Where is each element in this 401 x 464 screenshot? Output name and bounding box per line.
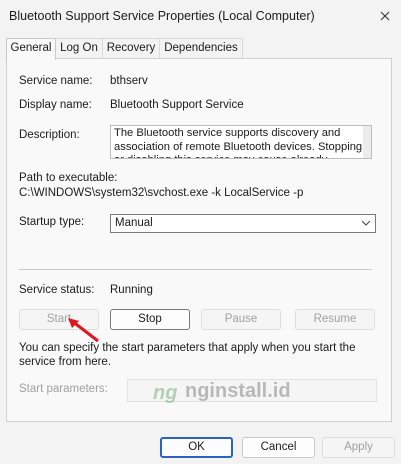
general-tab-panel: Service name: bthserv Display name: Blue…: [6, 58, 392, 422]
annotation-arrow-icon: [68, 318, 99, 343]
service-name-value: bthserv: [110, 75, 148, 87]
description-label: Description:: [19, 129, 80, 141]
resume-button[interactable]: Resume: [295, 309, 375, 330]
display-name-value: Bluetooth Support Service: [110, 99, 244, 111]
cancel-button[interactable]: Cancel: [242, 437, 315, 458]
startup-type-value: Manual: [115, 217, 153, 229]
separator: [19, 269, 372, 270]
svg-text:ng: ng: [153, 382, 177, 403]
tab-general[interactable]: General: [6, 38, 56, 60]
watermark-text: nginstall.id: [185, 380, 291, 402]
window-title: Bluetooth Support Service Properties (Lo…: [9, 9, 315, 23]
tab-dependencies[interactable]: Dependencies: [159, 38, 243, 59]
service-status-value: Running: [110, 284, 153, 296]
display-name-label: Display name:: [19, 99, 92, 111]
start-parameters-label: Start parameters:: [19, 383, 108, 395]
description-text: The Bluetooth service supports discovery…: [114, 127, 363, 158]
watermark: ng nginstall.id: [153, 380, 291, 403]
tab-log-on[interactable]: Log On: [55, 38, 103, 59]
description-box[interactable]: The Bluetooth service supports discovery…: [110, 125, 372, 159]
path-label: Path to executable:: [19, 172, 118, 184]
close-icon: [380, 11, 390, 21]
description-scrollbar[interactable]: [363, 126, 371, 158]
startup-type-label: Startup type:: [19, 216, 85, 228]
watermark-logo: ng: [153, 382, 177, 403]
stop-button[interactable]: Stop: [110, 309, 190, 330]
chevron-down-icon: [361, 220, 371, 226]
service-status-label: Service status:: [19, 284, 95, 296]
pause-button[interactable]: Pause: [201, 309, 281, 330]
close-button[interactable]: [369, 0, 401, 32]
apply-button[interactable]: Apply: [322, 437, 395, 458]
path-value: C:\WINDOWS\system32\svchost.exe -k Local…: [19, 187, 304, 199]
ok-button[interactable]: OK: [160, 437, 233, 458]
tab-recovery[interactable]: Recovery: [102, 38, 160, 59]
title-bar: Bluetooth Support Service Properties (Lo…: [0, 0, 401, 32]
startup-type-select[interactable]: Manual: [110, 214, 376, 233]
service-name-label: Service name:: [19, 75, 93, 87]
